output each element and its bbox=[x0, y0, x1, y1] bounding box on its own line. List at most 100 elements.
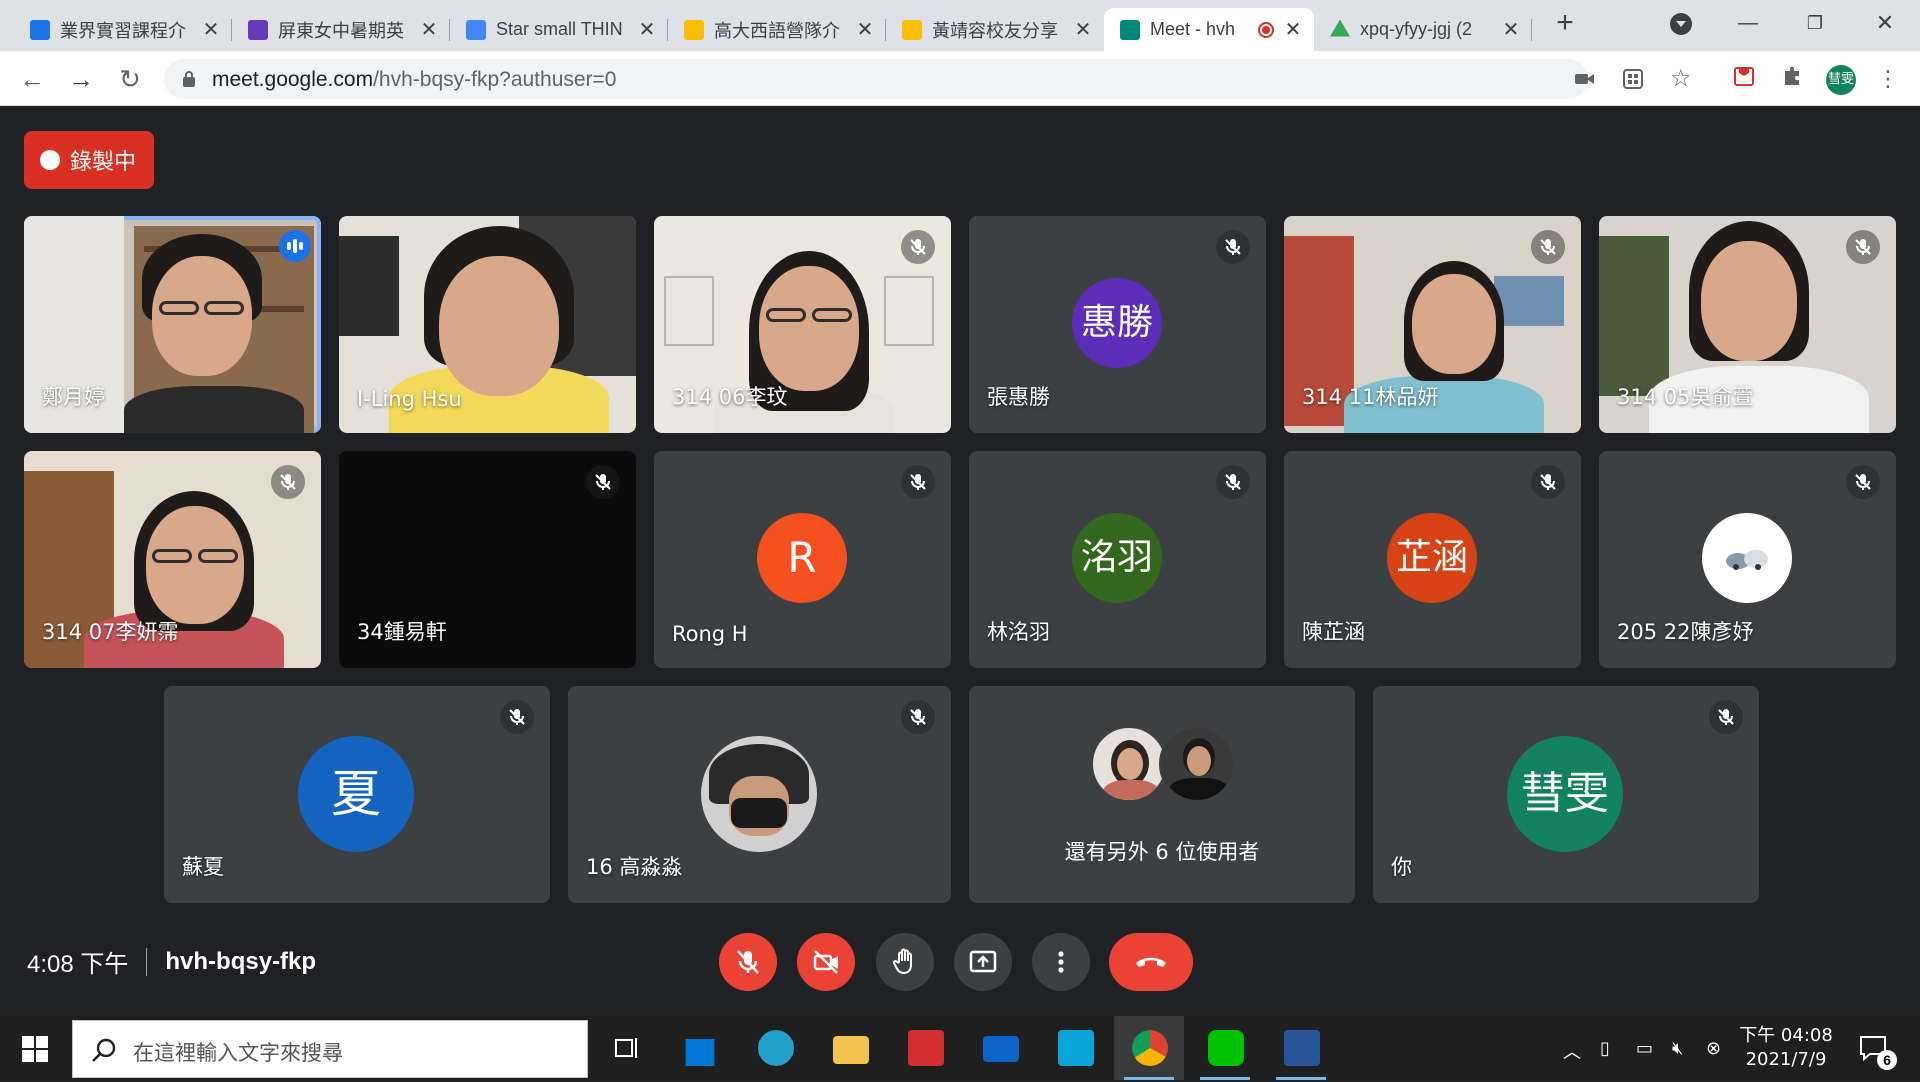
taskbar-app-line[interactable] bbox=[1190, 1016, 1260, 1080]
task-view-button[interactable] bbox=[590, 1016, 660, 1080]
tab-title: 高大西語營隊介 bbox=[714, 20, 840, 41]
participant-avatar-image bbox=[701, 736, 817, 852]
taskbar-app-mail[interactable] bbox=[965, 1016, 1035, 1080]
search-icon bbox=[92, 1038, 116, 1062]
raise-hand-icon bbox=[892, 948, 912, 974]
device-icon[interactable]: ▯ bbox=[1600, 1038, 1610, 1059]
leave-call-button[interactable] bbox=[1109, 933, 1193, 991]
microphone-toggle-button[interactable] bbox=[719, 933, 777, 991]
car-illustration-icon bbox=[1726, 550, 1768, 570]
browser-tab[interactable]: Star small THIN ✕ bbox=[450, 8, 668, 51]
network-icon[interactable]: ⊗ bbox=[1706, 1038, 1721, 1059]
muted-mic-icon bbox=[271, 465, 305, 499]
bookmark-star-icon[interactable]: ☆ bbox=[1670, 64, 1692, 93]
windows-search-box[interactable]: 在這裡輸入文字來搜尋 bbox=[72, 1020, 588, 1078]
close-tab-icon[interactable]: ✕ bbox=[418, 19, 440, 41]
address-bar[interactable]: meet.google.com/hvh-bqsy-fkp?authuser=0 … bbox=[164, 59, 1692, 99]
close-tab-icon[interactable]: ✕ bbox=[1072, 19, 1094, 41]
close-tab-icon[interactable]: ✕ bbox=[854, 19, 876, 41]
reload-button[interactable]: ↻ bbox=[116, 65, 144, 93]
mic-off-icon bbox=[737, 950, 759, 974]
participant-tile[interactable]: 16 高淼淼 bbox=[568, 686, 951, 903]
others-tile[interactable]: 還有另外 6 位使用者 bbox=[969, 686, 1355, 903]
restore-button[interactable]: ❐ bbox=[1800, 8, 1830, 38]
system-clock[interactable]: 下午 04:08 2021/7/9 bbox=[1738, 1024, 1834, 1072]
battery-icon[interactable]: ▭ bbox=[1636, 1038, 1653, 1059]
participant-tile[interactable]: 314 07李妍霈 bbox=[24, 451, 321, 668]
participant-tile[interactable]: 205 22陳彥妤 bbox=[1599, 451, 1896, 668]
participant-name: 314 06李玟 bbox=[672, 385, 788, 409]
more-vert-icon bbox=[1058, 951, 1064, 973]
browser-tab[interactable]: 屏東女中暑期英 ✕ bbox=[232, 8, 450, 51]
taskbar-app-chrome[interactable] bbox=[1114, 1016, 1184, 1080]
browser-tab[interactable]: 高大西語營隊介 ✕ bbox=[668, 8, 886, 51]
participant-tile[interactable]: 314 05吳俞萱 bbox=[1599, 216, 1896, 433]
install-app-icon[interactable] bbox=[1622, 68, 1644, 90]
more-options-button[interactable] bbox=[1032, 933, 1090, 991]
new-tab-button[interactable]: + bbox=[1552, 8, 1578, 38]
url-host: meet.google.com bbox=[212, 68, 374, 91]
participant-tile[interactable]: 芷涵 陳芷涵 bbox=[1284, 451, 1581, 668]
taskbar-app-k[interactable] bbox=[1040, 1016, 1110, 1080]
raise-hand-button[interactable] bbox=[876, 933, 934, 991]
participant-tile[interactable]: I-Ling Hsu bbox=[339, 216, 636, 433]
word-icon bbox=[1284, 1030, 1320, 1066]
browser-menu-icon[interactable]: ⋮ bbox=[1874, 65, 1902, 93]
participant-tile[interactable]: R Rong H bbox=[654, 451, 951, 668]
browser-tab[interactable]: 業界實習課程介 ✕ bbox=[14, 8, 232, 51]
taskbar-app-word[interactable] bbox=[1266, 1016, 1336, 1080]
browser-tab[interactable]: xpq-yfyy-jgj (2 ✕ bbox=[1314, 8, 1532, 51]
back-button[interactable]: ← bbox=[18, 65, 46, 93]
camera-toggle-button[interactable] bbox=[797, 933, 855, 991]
google-drive-icon bbox=[1330, 19, 1350, 37]
participant-tile[interactable]: 314 11林品妍 bbox=[1284, 216, 1581, 433]
volume-muted-icon[interactable]: 🔇︎ bbox=[1672, 1038, 1683, 1059]
microsoft-store-icon bbox=[685, 1039, 715, 1066]
taskbar-app-store[interactable] bbox=[664, 1016, 734, 1080]
taskbar-app-gift[interactable] bbox=[890, 1016, 960, 1080]
browser-toolbar: ← → ↻ meet.google.com/hvh-bqsy-fkp?authu… bbox=[0, 51, 1920, 106]
windows-start-icon[interactable] bbox=[22, 1036, 48, 1062]
taskbar-app-explorer[interactable] bbox=[815, 1016, 885, 1080]
present-screen-button[interactable] bbox=[954, 933, 1012, 991]
camera-in-use-icon[interactable] bbox=[1574, 70, 1596, 88]
lock-icon bbox=[183, 71, 195, 87]
taskbar-app-edge[interactable] bbox=[740, 1016, 810, 1080]
participant-name: 張惠勝 bbox=[987, 385, 1050, 409]
participant-name: 鄭月婷 bbox=[42, 385, 105, 409]
participant-tile[interactable]: 34鍾易軒 bbox=[339, 451, 636, 668]
participant-tile[interactable]: 314 06李玟 bbox=[654, 216, 951, 433]
meet-stage: 錄製中 鄭月婷 I-Ling Hsu 314 06李玟 惠勝 張惠勝 314 1… bbox=[0, 106, 1920, 1080]
close-tab-icon[interactable]: ✕ bbox=[200, 19, 222, 41]
muted-mic-icon bbox=[1216, 465, 1250, 499]
minimize-button[interactable]: — bbox=[1733, 8, 1763, 38]
participant-tile[interactable]: 鄭月婷 bbox=[24, 216, 321, 433]
recording-badge[interactable]: 錄製中 bbox=[24, 131, 154, 189]
extensions-puzzle-icon[interactable] bbox=[1778, 65, 1806, 93]
clock-date: 2021/7/9 bbox=[1745, 1049, 1827, 1070]
profile-avatar[interactable]: 彗雯 bbox=[1826, 65, 1856, 95]
extension-icon[interactable] bbox=[1730, 65, 1758, 93]
close-tab-icon[interactable]: ✕ bbox=[636, 19, 658, 41]
participant-tile[interactable]: 洺羽 林洺羽 bbox=[969, 451, 1266, 668]
tab-search-button[interactable] bbox=[1670, 13, 1692, 35]
recording-label: 錄製中 bbox=[70, 150, 137, 175]
close-tab-icon[interactable]: ✕ bbox=[1500, 19, 1522, 41]
muted-mic-icon bbox=[1709, 700, 1743, 734]
google-docs-icon bbox=[466, 19, 486, 40]
google-slides-icon bbox=[902, 19, 922, 40]
participant-name: 34鍾易軒 bbox=[357, 620, 447, 644]
line-app-icon bbox=[1208, 1030, 1244, 1066]
participant-tile[interactable]: 惠勝 張惠勝 bbox=[969, 216, 1266, 433]
forward-button[interactable]: → bbox=[67, 65, 95, 93]
close-tab-icon[interactable]: ✕ bbox=[1282, 19, 1304, 41]
muted-mic-icon bbox=[1531, 465, 1565, 499]
self-tile[interactable]: 彗雯 你 bbox=[1373, 686, 1759, 903]
show-hidden-icons-icon[interactable]: ︿ bbox=[1563, 1038, 1581, 1064]
close-window-button[interactable]: ✕ bbox=[1870, 8, 1900, 38]
url-path: /hvh-bqsy-fkp?authuser=0 bbox=[373, 68, 617, 91]
browser-tab-active[interactable]: Meet - hvh ✕ bbox=[1104, 8, 1314, 51]
participant-tile[interactable]: 夏 蘇夏 bbox=[164, 686, 550, 903]
browser-tab[interactable]: 黃靖容校友分享 ✕ bbox=[886, 8, 1104, 51]
file-explorer-icon bbox=[833, 1036, 869, 1064]
